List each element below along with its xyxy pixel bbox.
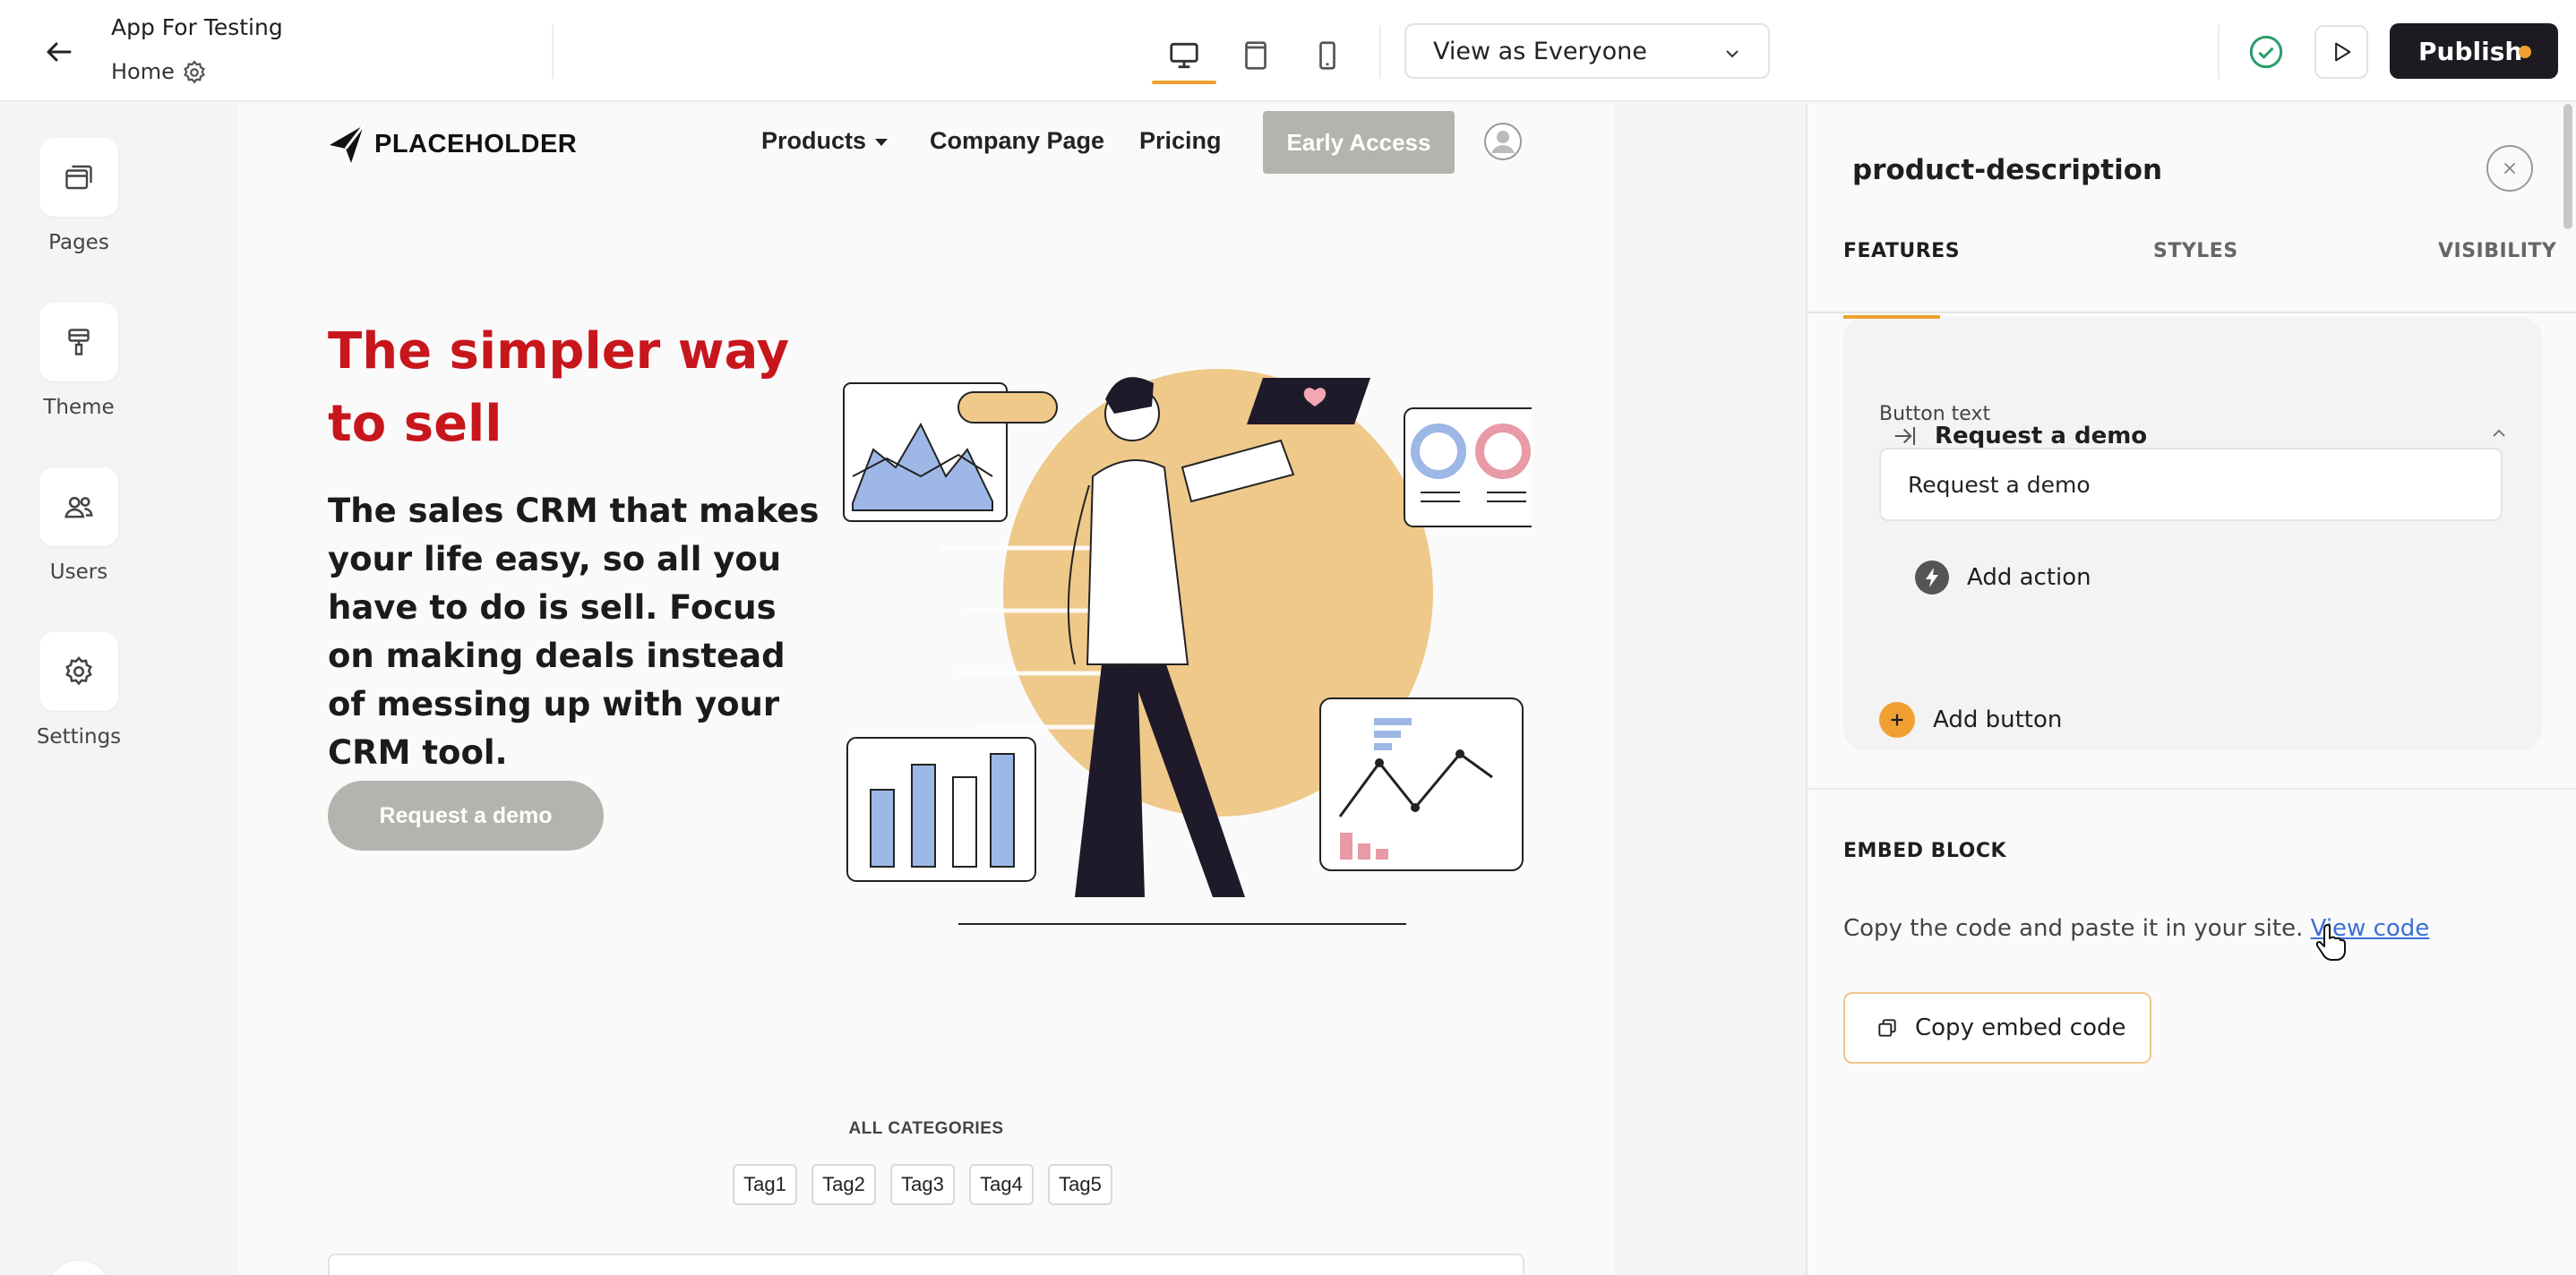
avatar-icon[interactable]	[1483, 122, 1523, 161]
publish-label: Publish	[2418, 36, 2523, 66]
mobile-view-button[interactable]	[1302, 30, 1352, 81]
close-icon	[2503, 162, 2516, 175]
button-action-icon	[1894, 427, 1915, 445]
nav-pricing[interactable]: Pricing	[1139, 127, 1222, 155]
desktop-view-button[interactable]	[1159, 30, 1209, 81]
add-action-button[interactable]: Add action	[1915, 560, 2091, 595]
left-sidebar: Pages Theme Users Settings	[0, 104, 158, 1275]
tag-list: Tag1 Tag2 Tag3 Tag4 Tag5	[733, 1164, 1112, 1205]
unpublished-changes-dot	[2519, 46, 2531, 58]
divider	[1379, 25, 1381, 79]
close-panel-button[interactable]	[2486, 145, 2533, 192]
hero-request-demo-button[interactable]: Request a demo	[328, 781, 604, 851]
view-as-select[interactable]: View as Everyone	[1404, 23, 1770, 79]
logo-text: PLACEHOLDER	[374, 129, 578, 158]
button-text-label: Button text	[1879, 403, 1991, 425]
sidebar-item-label: Users	[49, 560, 108, 584]
tag-chip[interactable]: Tag2	[811, 1164, 876, 1205]
nav-products-label: Products	[761, 127, 867, 154]
users-icon	[64, 496, 93, 518]
button-text-input[interactable]	[1879, 448, 2503, 521]
chevron-up-icon[interactable]	[2488, 423, 2510, 444]
plus-icon	[1879, 702, 1915, 738]
copy-icon	[1878, 1019, 1896, 1037]
nav-company-page[interactable]: Company Page	[930, 127, 1104, 155]
current-page-name[interactable]: Home	[111, 59, 175, 84]
properties-panel: product-description Request a demo FEATU…	[1806, 104, 2576, 1275]
tablet-icon	[1245, 41, 1267, 70]
active-device-indicator	[1152, 81, 1216, 84]
paint-roller-icon	[68, 329, 90, 355]
panel-title: product-description	[1852, 154, 2163, 186]
logo-mark-icon	[330, 124, 365, 163]
button-card-header[interactable]: Request a demo	[1892, 423, 2147, 449]
help-button[interactable]	[47, 1261, 111, 1275]
copy-embed-code-button[interactable]: Copy embed code	[1843, 992, 2151, 1064]
early-access-button[interactable]: Early Access	[1263, 111, 1455, 174]
lightning-icon	[1915, 560, 1949, 595]
add-action-label: Add action	[1967, 564, 2091, 591]
active-tab-indicator	[1843, 315, 1940, 319]
sidebar-item-label: Pages	[48, 231, 109, 254]
arrow-left-icon	[47, 42, 72, 62]
sidebar-item-label: Settings	[36, 725, 122, 749]
all-categories-label: ALL CATEGORIES	[848, 1119, 1004, 1138]
tag-chip[interactable]: Tag4	[969, 1164, 1034, 1205]
desktop-icon	[1170, 42, 1198, 69]
divider	[2218, 25, 2220, 79]
publish-button[interactable]: Publish	[2390, 23, 2558, 79]
copy-embed-code-label: Copy embed code	[1915, 1014, 2126, 1041]
view-as-value: View as Everyone	[1433, 37, 1647, 65]
tag-chip[interactable]: Tag5	[1048, 1164, 1112, 1205]
button-card-title: Request a demo	[1935, 423, 2148, 449]
tab-visibility[interactable]: VISIBILITY	[2438, 240, 2556, 262]
panel-scrollbar[interactable]	[2563, 104, 2572, 229]
top-bar: App For Testing Home View as Everyone Pu…	[0, 0, 2576, 102]
chevron-down-icon	[1726, 50, 1739, 58]
site-logo[interactable]: PLACEHOLDER	[328, 124, 577, 165]
caret-down-icon	[875, 138, 889, 146]
sidebar-item-users[interactable]: Users	[39, 467, 118, 584]
content-card	[328, 1254, 1524, 1275]
sidebar-item-settings[interactable]: Settings	[37, 632, 121, 749]
hero-illustration	[843, 369, 1532, 925]
tab-features[interactable]: FEATURES	[1843, 240, 1960, 262]
page-settings-icon[interactable]	[181, 59, 208, 86]
play-icon	[2335, 42, 2351, 62]
tab-styles[interactable]: STYLES	[2153, 240, 2238, 262]
sidebar-item-theme[interactable]: Theme	[39, 303, 118, 419]
app-title: App For Testing	[111, 14, 283, 40]
hero-title: The simpler way to sell	[328, 322, 790, 453]
button-settings-card: Request a demo	[1843, 317, 2542, 750]
pointer-cursor-icon	[2315, 924, 2346, 961]
divider	[552, 25, 554, 79]
tag-chip[interactable]: Tag1	[733, 1164, 797, 1205]
sidebar-item-label: Theme	[43, 396, 115, 419]
page-preview[interactable]: PLACEHOLDER Products Company Page Pricin…	[238, 104, 1614, 1275]
add-button-button[interactable]: Add button	[1879, 702, 2062, 738]
nav-products[interactable]: Products	[761, 127, 889, 155]
tablet-view-button[interactable]	[1231, 30, 1281, 81]
divider	[1807, 788, 2576, 790]
pages-icon	[65, 165, 92, 190]
embed-block-title: EMBED BLOCK	[1843, 840, 2007, 862]
hero-subtitle: The sales CRM that makes your life easy,…	[328, 492, 820, 772]
embed-description-text: Copy the code and paste it in your site.	[1843, 915, 2304, 942]
saved-check-icon	[2249, 35, 2283, 69]
back-button[interactable]	[38, 30, 81, 73]
sidebar-item-pages[interactable]: Pages	[39, 138, 118, 254]
gear-icon	[65, 656, 92, 686]
mobile-icon	[1319, 41, 1335, 70]
tag-chip[interactable]: Tag3	[890, 1164, 955, 1205]
add-button-label: Add button	[1933, 706, 2063, 733]
preview-button[interactable]	[2314, 25, 2368, 79]
